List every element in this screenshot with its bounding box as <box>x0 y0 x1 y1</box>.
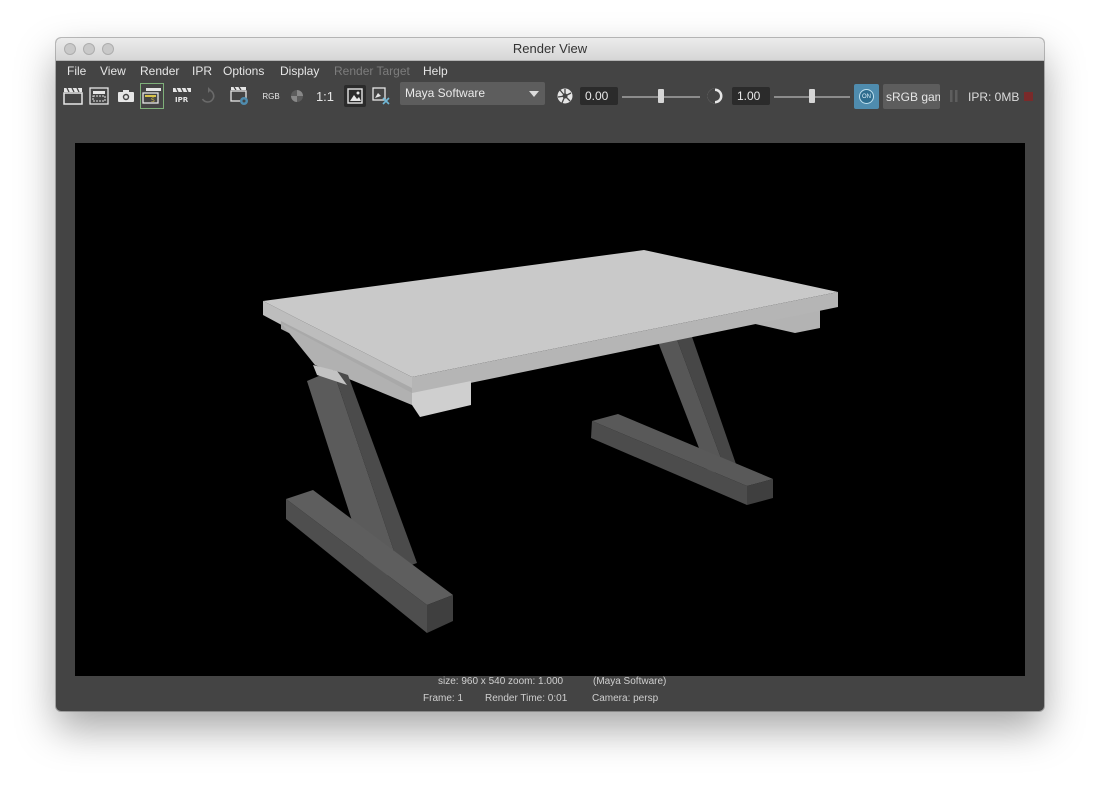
real-size-button[interactable]: 1:1 <box>313 85 337 107</box>
pause-icon <box>950 90 958 102</box>
menu-file[interactable]: File <box>67 64 86 78</box>
exposure-button[interactable] <box>554 85 576 107</box>
remove-image-icon <box>372 87 390 105</box>
camera-icon <box>118 90 134 102</box>
image-size-zoom: size: 960 x 540 zoom: 1.000 <box>438 676 564 687</box>
render-settings-button[interactable] <box>229 85 251 107</box>
redo-render-button[interactable] <box>62 85 84 107</box>
menu-help[interactable]: Help <box>423 64 448 78</box>
render-region-button[interactable] <box>88 85 110 107</box>
color-management-toggle[interactable]: ON <box>854 84 879 109</box>
stop-icon <box>1023 91 1033 101</box>
window-title: Render View <box>512 41 588 56</box>
status-line-1: size: 960 x 540 zoom: 1.000 (Maya Softwa… <box>56 676 1044 690</box>
ipr-memory-label: IPR: 0MB <box>968 90 1020 104</box>
ratio-label: 1:1 <box>315 88 335 104</box>
gamma-field[interactable]: 1.00 <box>732 87 770 105</box>
pause-ipr-button[interactable] <box>946 85 962 107</box>
render-sequence-button[interactable]: S <box>140 83 164 109</box>
exposure-slider-thumb[interactable] <box>658 89 664 103</box>
remove-image-button[interactable] <box>370 85 392 107</box>
status-line-2: Frame: 1 Render Time: 0:01 Camera: persp <box>56 693 1044 707</box>
menu-view[interactable]: View <box>100 64 126 78</box>
menu-ipr[interactable]: IPR <box>192 64 212 78</box>
render-region-icon <box>89 87 109 105</box>
menu-display[interactable]: Display <box>280 64 319 78</box>
render-time-status: Render Time: 0:01 <box>485 693 568 704</box>
frame-status: Frame: 1 <box>423 693 464 704</box>
gamma-icon <box>707 88 723 104</box>
ipr-render-icon: IPR <box>173 87 191 104</box>
svg-text:S: S <box>151 97 155 104</box>
render-sequence-icon: S <box>142 88 161 104</box>
gamma-button[interactable] <box>704 85 726 107</box>
ipr-render-button[interactable]: IPR <box>171 85 193 107</box>
snapshot-button[interactable] <box>115 85 137 107</box>
menu-render[interactable]: Render <box>140 64 179 78</box>
renderer-status: (Maya Software) <box>593 676 667 687</box>
stop-render-button[interactable] <box>1022 85 1034 107</box>
svg-text:IPR: IPR <box>175 96 189 104</box>
title-bar: Render View <box>56 38 1044 61</box>
renderer-select[interactable]: Maya Software <box>400 82 545 105</box>
color-management-on-icon: ON <box>859 89 874 104</box>
toolbar: S IPR RGB 1:1 Maya Software 0.00 1.00 ON… <box>56 81 1044 111</box>
refresh-ipr-icon <box>201 87 215 103</box>
keep-image-icon <box>347 88 363 104</box>
rgb-label: RGB <box>262 91 280 101</box>
renderer-value: Maya Software <box>405 86 486 100</box>
render-preview-image <box>263 250 838 633</box>
camera-status: Camera: persp <box>592 693 659 704</box>
render-settings-icon <box>230 86 248 105</box>
alpha-channel-button[interactable] <box>287 85 307 107</box>
chevron-down-icon <box>523 82 545 105</box>
exposure-field[interactable]: 0.00 <box>580 87 618 105</box>
render-view-window: Render View File View Render IPR Options… <box>56 38 1044 711</box>
refresh-ipr-button[interactable] <box>197 85 219 107</box>
gamma-slider-thumb[interactable] <box>809 89 815 103</box>
view-transform-select[interactable]: sRGB gam <box>883 84 940 109</box>
menu-options[interactable]: Options <box>223 64 264 78</box>
clapper-icon <box>63 87 83 105</box>
view-transform-value: sRGB gam <box>886 90 940 104</box>
keep-image-button[interactable] <box>344 85 366 107</box>
alpha-channel-icon <box>291 90 303 102</box>
render-image-viewport[interactable] <box>75 143 1025 676</box>
aperture-icon <box>557 88 573 104</box>
menu-render-target[interactable]: Render Target <box>334 64 410 78</box>
menu-bar: File View Render IPR Options Display Ren… <box>56 61 1044 81</box>
rgb-channels-button[interactable]: RGB <box>260 85 282 107</box>
